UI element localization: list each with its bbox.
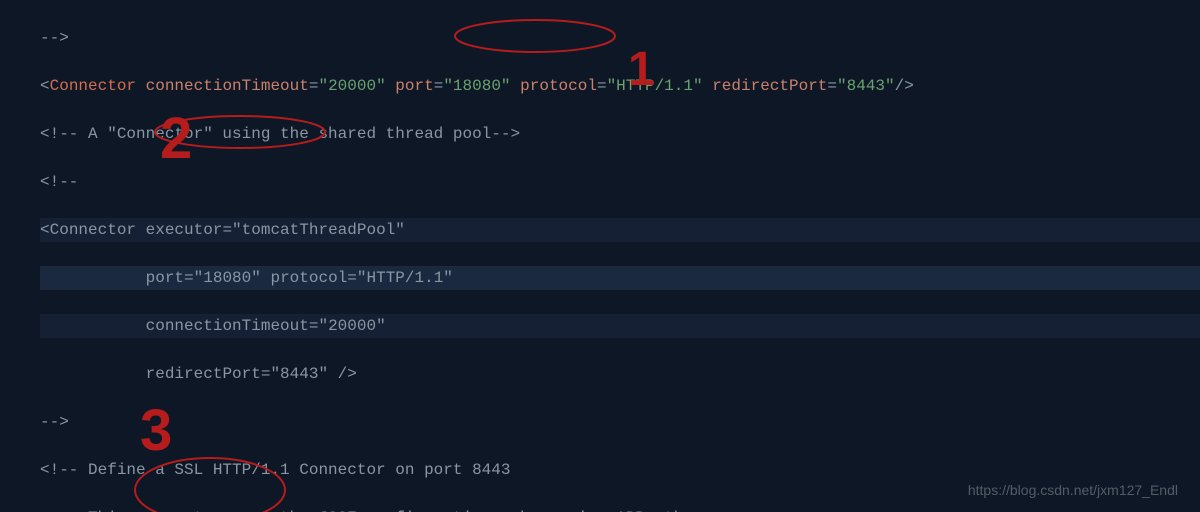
code-line: <!-- <box>40 170 1200 194</box>
code-editor[interactable]: --> <Connector connectionTimeout="20000"… <box>0 0 1200 512</box>
code-line: <!-- A "Connector" using the shared thre… <box>40 122 1200 146</box>
code-line: --> <box>40 410 1200 434</box>
code-line: --> <box>40 26 1200 50</box>
code-line: <Connector executor="tomcatThreadPool" <box>40 218 1200 242</box>
watermark: https://blog.csdn.net/jxm127_Endl <box>968 478 1178 502</box>
code-line: <Connector connectionTimeout="20000" por… <box>40 74 1200 98</box>
code-line: redirectPort="8443" /> <box>40 362 1200 386</box>
code-line: connectionTimeout="20000" <box>40 314 1200 338</box>
code-line: This connector uses the JSSE configurati… <box>40 506 1200 512</box>
code-line-highlighted: port="18080" protocol="HTTP/1.1" <box>40 266 1200 290</box>
